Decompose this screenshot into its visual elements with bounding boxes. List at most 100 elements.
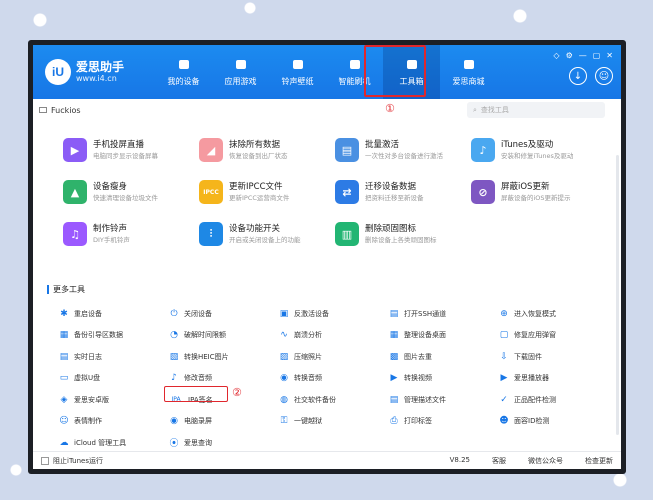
more-tools-grid: ✱ 重启设备 ⏻ 关闭设备 ▣ 反激活设备 ▤ 打开SSH通道 ⊕ 进入恢复模式 ▦ 备份引导区数据 ◔… — [59, 303, 609, 454]
app-window: iU 爱思助手 www.i4.cn 我的设备 应用游戏 铃声壁纸 智能刷机 工具箱 爱思商… — [33, 45, 621, 469]
more-tool-item[interactable]: ⊕ 进入恢复模式 — [499, 303, 609, 325]
more-tool-item[interactable]: ▤ 管理描述文件 — [389, 389, 499, 411]
more-tool-label: 整理设备桌面 — [404, 331, 446, 340]
more-tool-item[interactable]: ◉ 转换音频 — [279, 368, 389, 390]
trash-icon: ▥ — [335, 222, 359, 246]
skin-icon[interactable]: ◇ — [553, 51, 559, 60]
more-tool-label: 打开SSH通道 — [404, 309, 447, 318]
download-icon[interactable]: ↓ — [569, 67, 587, 85]
print-icon: ⎙ — [390, 416, 398, 427]
more-tool-item[interactable]: ☺ 表情制作 — [59, 411, 169, 433]
user-icon[interactable]: ☺ — [595, 67, 613, 85]
tool-item[interactable]: ▲ 设备瘦身 快速清理设备垃圾文件 — [63, 177, 199, 207]
check-update-link[interactable]: 检查更新 — [585, 456, 613, 466]
more-tool-item[interactable]: ⚿ 一键越狱 — [279, 411, 389, 433]
tool-item[interactable]: ▶ 手机投屏直播 电脑同步显示设备屏幕 — [63, 135, 199, 165]
maximize-icon[interactable]: ▢ — [593, 51, 601, 60]
more-tool-label: 管理描述文件 — [404, 395, 446, 404]
tool-title: 手机投屏直播 — [93, 139, 145, 150]
brand-name: 爱思助手 — [76, 59, 125, 74]
more-tool-item[interactable]: ▤ 实时日志 — [59, 346, 169, 368]
nav-item-2[interactable]: 铃声壁纸 — [269, 45, 326, 99]
more-tool-item[interactable]: ▶ 转换视频 — [389, 368, 499, 390]
more-tool-item[interactable]: ◍ 社交软件备份 — [279, 389, 389, 411]
more-tool-label: 转换视频 — [404, 374, 432, 383]
tool-item[interactable]: ◢ 抹除所有数据 恢复设备到出厂状态 — [199, 135, 335, 165]
more-tool-label: 反激活设备 — [294, 309, 329, 318]
block-itunes-label: 阻止iTunes运行 — [53, 456, 103, 465]
more-tool-item[interactable]: ▦ 备份引导区数据 — [59, 325, 169, 347]
edit-audio-icon: ♪ — [171, 373, 177, 384]
more-tool-label: 破解时间限额 — [184, 331, 226, 340]
more-tool-item[interactable]: ✱ 重启设备 — [59, 303, 169, 325]
nav-item-1[interactable]: 应用游戏 — [212, 45, 269, 99]
header: iU 爱思助手 www.i4.cn 我的设备 应用游戏 铃声壁纸 智能刷机 工具箱 爱思商… — [33, 45, 621, 99]
more-tool-item[interactable]: ⇩ 下载固件 — [499, 346, 609, 368]
shield-icon — [349, 60, 360, 69]
apple-icon — [178, 60, 189, 69]
fix-popup-icon: ▢ — [499, 330, 509, 341]
more-tool-item[interactable]: ▤ 打开SSH通道 — [389, 303, 499, 325]
tool-item[interactable]: ⫶ 设备功能开关 开启或关闭设备上的功能 — [199, 219, 335, 249]
nav-label: 爱思商城 — [452, 77, 485, 86]
more-tool-item[interactable]: ∿ 崩溃分析 — [279, 325, 389, 347]
tool-item[interactable]: ♪ iTunes及驱动 安装和修复iTunes及驱动 — [471, 135, 607, 165]
logo-icon: iU — [45, 59, 71, 85]
nav-item-5[interactable]: 爱思商城 — [440, 45, 497, 99]
more-tool-item[interactable]: ☻ 面容ID检测 — [499, 411, 609, 433]
more-tool-item[interactable]: ▶ 爱思播放器 — [499, 368, 609, 390]
feedback-link[interactable]: 客服 — [492, 456, 506, 466]
more-tool-item[interactable]: ⎙ 打印标签 — [389, 411, 499, 433]
device-selector[interactable]: Fuckios — [39, 106, 81, 115]
tool-item[interactable]: ⇄ 迁移设备数据 把资料迁移至新设备 — [335, 177, 471, 207]
more-tool-label: 电脑录屏 — [184, 417, 212, 426]
more-tool-item[interactable]: ✓ 正品配件检测 — [499, 389, 609, 411]
ipcc-icon: IPCC — [199, 180, 223, 204]
player-icon: ▶ — [500, 373, 508, 384]
tool-item[interactable]: ▥ 删除顽固图标 删除设备上各类顽固图标 — [335, 219, 471, 249]
usb-icon: ▭ — [59, 373, 69, 384]
more-tool-item[interactable]: ▧ 转换HEIC图片 — [169, 346, 279, 368]
bag-icon — [463, 60, 474, 69]
tool-title: 删除顽固图标 — [365, 223, 417, 234]
desktop-icon: ▦ — [389, 330, 399, 341]
more-tool-label: 正品配件检测 — [514, 395, 556, 404]
more-tool-item[interactable]: ⏻ 关闭设备 — [169, 303, 279, 325]
tool-item[interactable]: ▤ 批量激活 一次性对多台设备进行激活 — [335, 135, 471, 165]
search-input[interactable]: ⌕ 查找工具 — [467, 102, 605, 118]
close-icon[interactable]: ✕ — [606, 51, 613, 60]
more-tool-item[interactable]: ▭ 虚拟U盘 — [59, 368, 169, 390]
tool-item[interactable]: ♫ 制作铃声 DIY手机铃声 — [63, 219, 199, 249]
tool-item[interactable]: IPCC 更新IPCC文件 更新IPCC运营商文件 — [199, 177, 335, 207]
more-tool-label: 爱思播放器 — [514, 374, 549, 383]
block-itunes-checkbox[interactable]: 阻止iTunes运行 — [41, 456, 103, 466]
more-tool-label: 爱思安卓版 — [74, 395, 109, 404]
more-tool-item[interactable]: ▩ 图片去重 — [389, 346, 499, 368]
more-tool-item[interactable]: ▢ 修复应用弹窗 — [499, 325, 609, 347]
brand-url: www.i4.cn — [76, 73, 117, 83]
more-tool-label: 打印标签 — [404, 417, 432, 426]
more-tool-label: 面容ID检测 — [514, 417, 550, 426]
more-tool-label: 社交软件备份 — [294, 395, 336, 404]
settings-icon[interactable]: ⚙ — [566, 51, 573, 60]
log-icon: ▤ — [59, 351, 69, 362]
minimize-icon[interactable]: — — [579, 51, 587, 60]
wechat-link[interactable]: 微信公众号 — [528, 456, 563, 466]
more-tool-item[interactable]: ▣ 反激活设备 — [279, 303, 389, 325]
more-tool-item[interactable]: ▦ 整理设备桌面 — [389, 325, 499, 347]
nav-item-0[interactable]: 我的设备 — [155, 45, 212, 99]
tool-title: 设备瘦身 — [93, 181, 128, 192]
tool-item[interactable]: ⊘ 屏蔽iOS更新 屏蔽设备的iOS更新提示 — [471, 177, 607, 207]
more-tool-item[interactable]: ◈ 爱思安卓版 — [59, 389, 169, 411]
migrate-icon: ⇄ — [335, 180, 359, 204]
more-tool-item[interactable]: ◔ 破解时间限额 — [169, 325, 279, 347]
more-tool-label: 转换HEIC图片 — [184, 352, 229, 361]
more-tool-item[interactable]: ▨ 压缩照片 — [279, 346, 389, 368]
more-tool-label: 重启设备 — [74, 309, 102, 318]
more-tool-label: 修复应用弹窗 — [514, 331, 556, 340]
convert-video-icon: ▶ — [390, 373, 398, 384]
more-tool-item[interactable]: ◉ 电脑录屏 — [169, 411, 279, 433]
scrollbar[interactable] — [616, 155, 619, 435]
dedupe-icon: ▩ — [389, 351, 399, 362]
header-actions: ↓ ☺ — [569, 67, 613, 85]
